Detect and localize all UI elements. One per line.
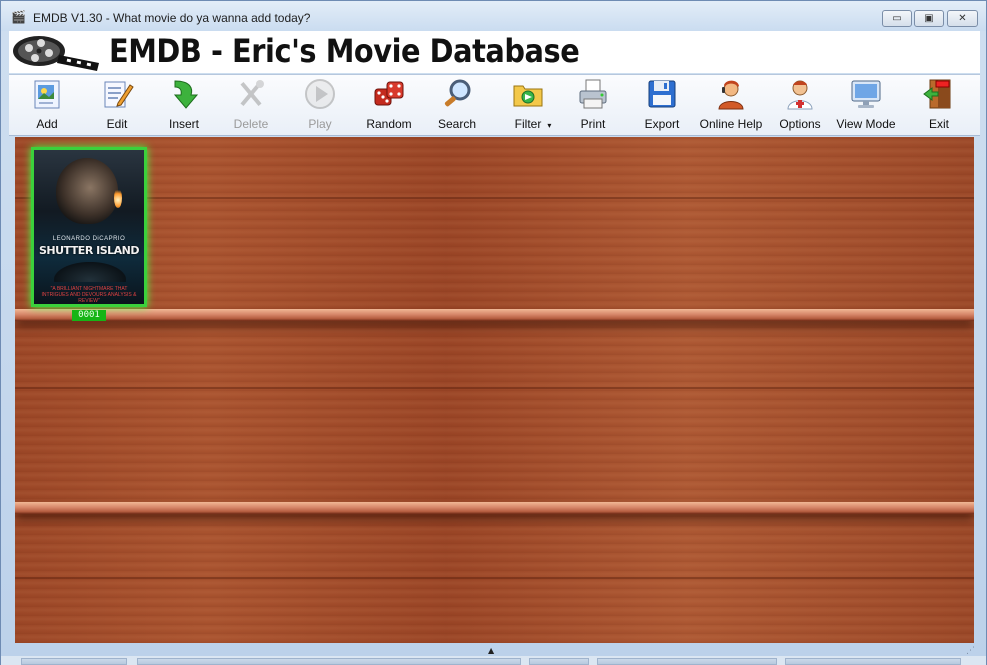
toolbar-print-button[interactable]: Print — [569, 77, 617, 133]
filter-dropdown-arrow-icon[interactable]: ▾ — [547, 121, 551, 130]
toolbar-online-help-label: Online Help — [699, 117, 763, 131]
cover-title: SHUTTER ISLAND — [38, 244, 140, 257]
main-toolbar: Add Edit Insert Delete Play Random Searc… — [9, 74, 980, 136]
resize-grip-icon[interactable]: ⋰ — [966, 646, 975, 656]
cover-tagline: "A BRILLIANT NIGHTMARE THAT INTRIGUES AN… — [41, 286, 137, 304]
toolbar-edit-button[interactable]: Edit — [93, 77, 141, 133]
wood-grain-line — [15, 577, 974, 579]
status-panel — [21, 658, 127, 665]
cover-island-image — [54, 262, 126, 282]
toolbar-play-button[interactable]: Play — [296, 77, 344, 133]
toolbar-insert-button[interactable]: Insert — [160, 77, 208, 133]
magnifier-icon — [444, 79, 471, 107]
minimize-button[interactable]: ▭ — [882, 10, 912, 27]
scroll-up-arrow-icon[interactable]: ▲ — [488, 646, 494, 655]
app-clapperboard-icon: 🎬 — [11, 10, 26, 24]
toolbar-view-mode-button[interactable]: View Mode — [835, 77, 897, 133]
movie-number-badge: 0001 — [72, 310, 106, 321]
toolbar-add-label: Add — [36, 117, 58, 131]
options-doctor-icon — [787, 80, 813, 110]
toolbar-print-label: Print — [580, 117, 606, 131]
toolbar-insert-label: Insert — [168, 117, 199, 131]
cover-actor-name: LEONARDO DiCAPRIO — [52, 236, 126, 242]
edit-icon — [104, 81, 134, 108]
help-person-icon — [718, 80, 744, 110]
toolbar-add-button[interactable]: Add — [23, 77, 71, 133]
shelf-plank — [15, 502, 974, 514]
toolbar-random-button[interactable]: Random — [365, 77, 413, 133]
toolbar-export-label: Export — [644, 117, 680, 131]
floppy-disk-icon — [648, 80, 676, 108]
toolbar-online-help-button[interactable]: Online Help — [699, 77, 763, 133]
movie-cover-shutter-island[interactable]: LEONARDO DiCAPRIO SHUTTER ISLAND "A BRIL… — [31, 147, 147, 307]
toolbar-filter-label: Filter ▾ — [505, 117, 561, 131]
toolbar-search-button[interactable]: Search — [433, 77, 481, 133]
toolbar-edit-label: Edit — [106, 117, 128, 131]
delete-tools-icon — [240, 80, 264, 107]
toolbar-exit-button[interactable]: Exit — [915, 77, 963, 133]
shelf-plank — [15, 309, 974, 321]
exit-door-icon — [923, 79, 951, 109]
printer-icon — [579, 79, 607, 109]
dice-icon — [374, 81, 404, 106]
app-window: 🎬 EMDB V1.30 - What movie do ya wanna ad… — [0, 0, 987, 665]
close-button[interactable]: ✕ — [947, 10, 978, 27]
wood-grain-line — [15, 387, 974, 389]
toolbar-play-label: Play — [308, 117, 332, 131]
toolbar-filter-button[interactable]: Filter ▾ — [505, 77, 561, 133]
cover-match-flame — [114, 188, 122, 208]
status-panel — [529, 658, 589, 665]
monitor-icon — [851, 80, 881, 108]
wood-grain-line — [15, 197, 974, 199]
film-reel-logo-icon — [13, 36, 99, 71]
toolbar-search-label: Search — [437, 117, 477, 131]
toolbar-export-button[interactable]: Export — [638, 77, 686, 133]
title-bar[interactable]: 🎬 EMDB V1.30 - What movie do ya wanna ad… — [1, 1, 986, 31]
maximize-button[interactable]: ▣ — [914, 10, 944, 27]
app-banner-title: EMDB - Eric's Movie Database — [109, 32, 580, 70]
toolbar-delete-label: Delete — [233, 117, 269, 131]
filter-folder-icon — [513, 85, 543, 107]
cover-actor-face — [56, 158, 118, 224]
movie-shelf-view[interactable]: LEONARDO DiCAPRIO SHUTTER ISLAND "A BRIL… — [15, 137, 974, 643]
toolbar-delete-button[interactable]: Delete — [227, 77, 275, 133]
window-title: EMDB V1.30 - What movie do ya wanna add … — [33, 11, 311, 25]
status-panel — [597, 658, 777, 665]
toolbar-exit-label: Exit — [928, 117, 949, 131]
play-icon — [305, 79, 335, 109]
toolbar-random-label: Random — [366, 117, 412, 131]
toolbar-options-button[interactable]: Options — [775, 77, 825, 133]
insert-arrow-icon — [173, 80, 199, 109]
toolbar-options-label: Options — [779, 117, 821, 131]
app-banner: EMDB - Eric's Movie Database — [9, 31, 980, 73]
toolbar-view-mode-label: View Mode — [836, 117, 896, 131]
status-panel — [785, 658, 961, 665]
status-bar — [1, 656, 986, 665]
status-panel — [137, 658, 521, 665]
filter-label-text: Filter — [514, 117, 542, 131]
add-movie-icon — [34, 80, 60, 109]
